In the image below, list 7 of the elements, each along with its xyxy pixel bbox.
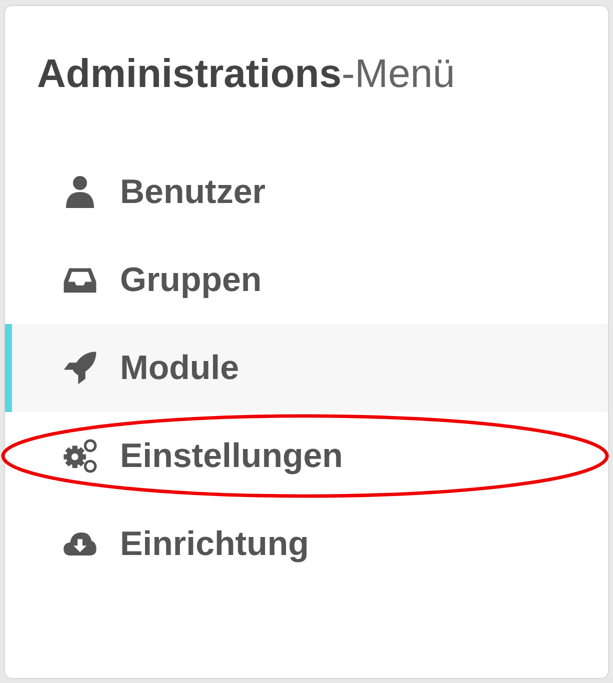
rocket-icon: [62, 350, 98, 386]
menu-item[interactable]: Einrichtung: [5, 500, 608, 588]
menu-item[interactable]: Module: [5, 324, 608, 412]
gears-icon: [62, 438, 98, 474]
menu-item[interactable]: Benutzer: [5, 148, 608, 236]
menu-title: Administrations-Menü: [37, 51, 456, 98]
menu-item[interactable]: Gruppen: [5, 236, 608, 324]
